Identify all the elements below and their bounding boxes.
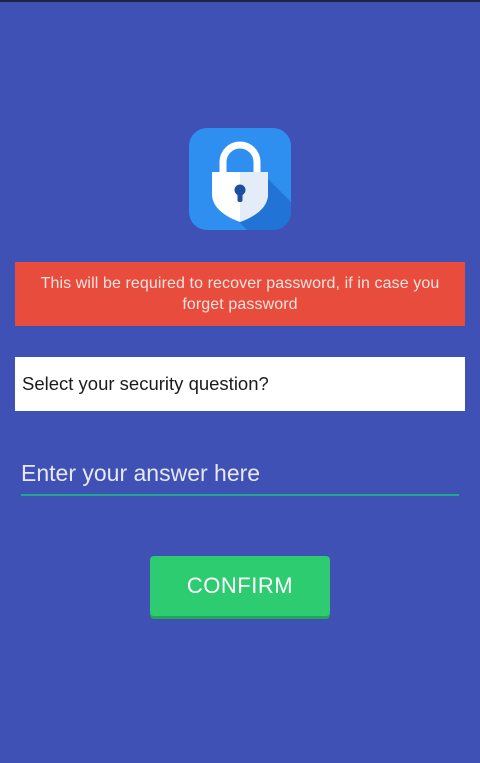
screen: This will be required to recover passwor… [0,0,480,763]
answer-input[interactable] [21,452,459,496]
security-question-select[interactable]: Select your security question? [15,357,465,411]
security-question-value: Select your security question? [22,373,269,394]
info-banner: This will be required to recover passwor… [15,262,465,326]
confirm-button[interactable]: CONFIRM [150,556,330,616]
lock-icon [189,128,291,230]
